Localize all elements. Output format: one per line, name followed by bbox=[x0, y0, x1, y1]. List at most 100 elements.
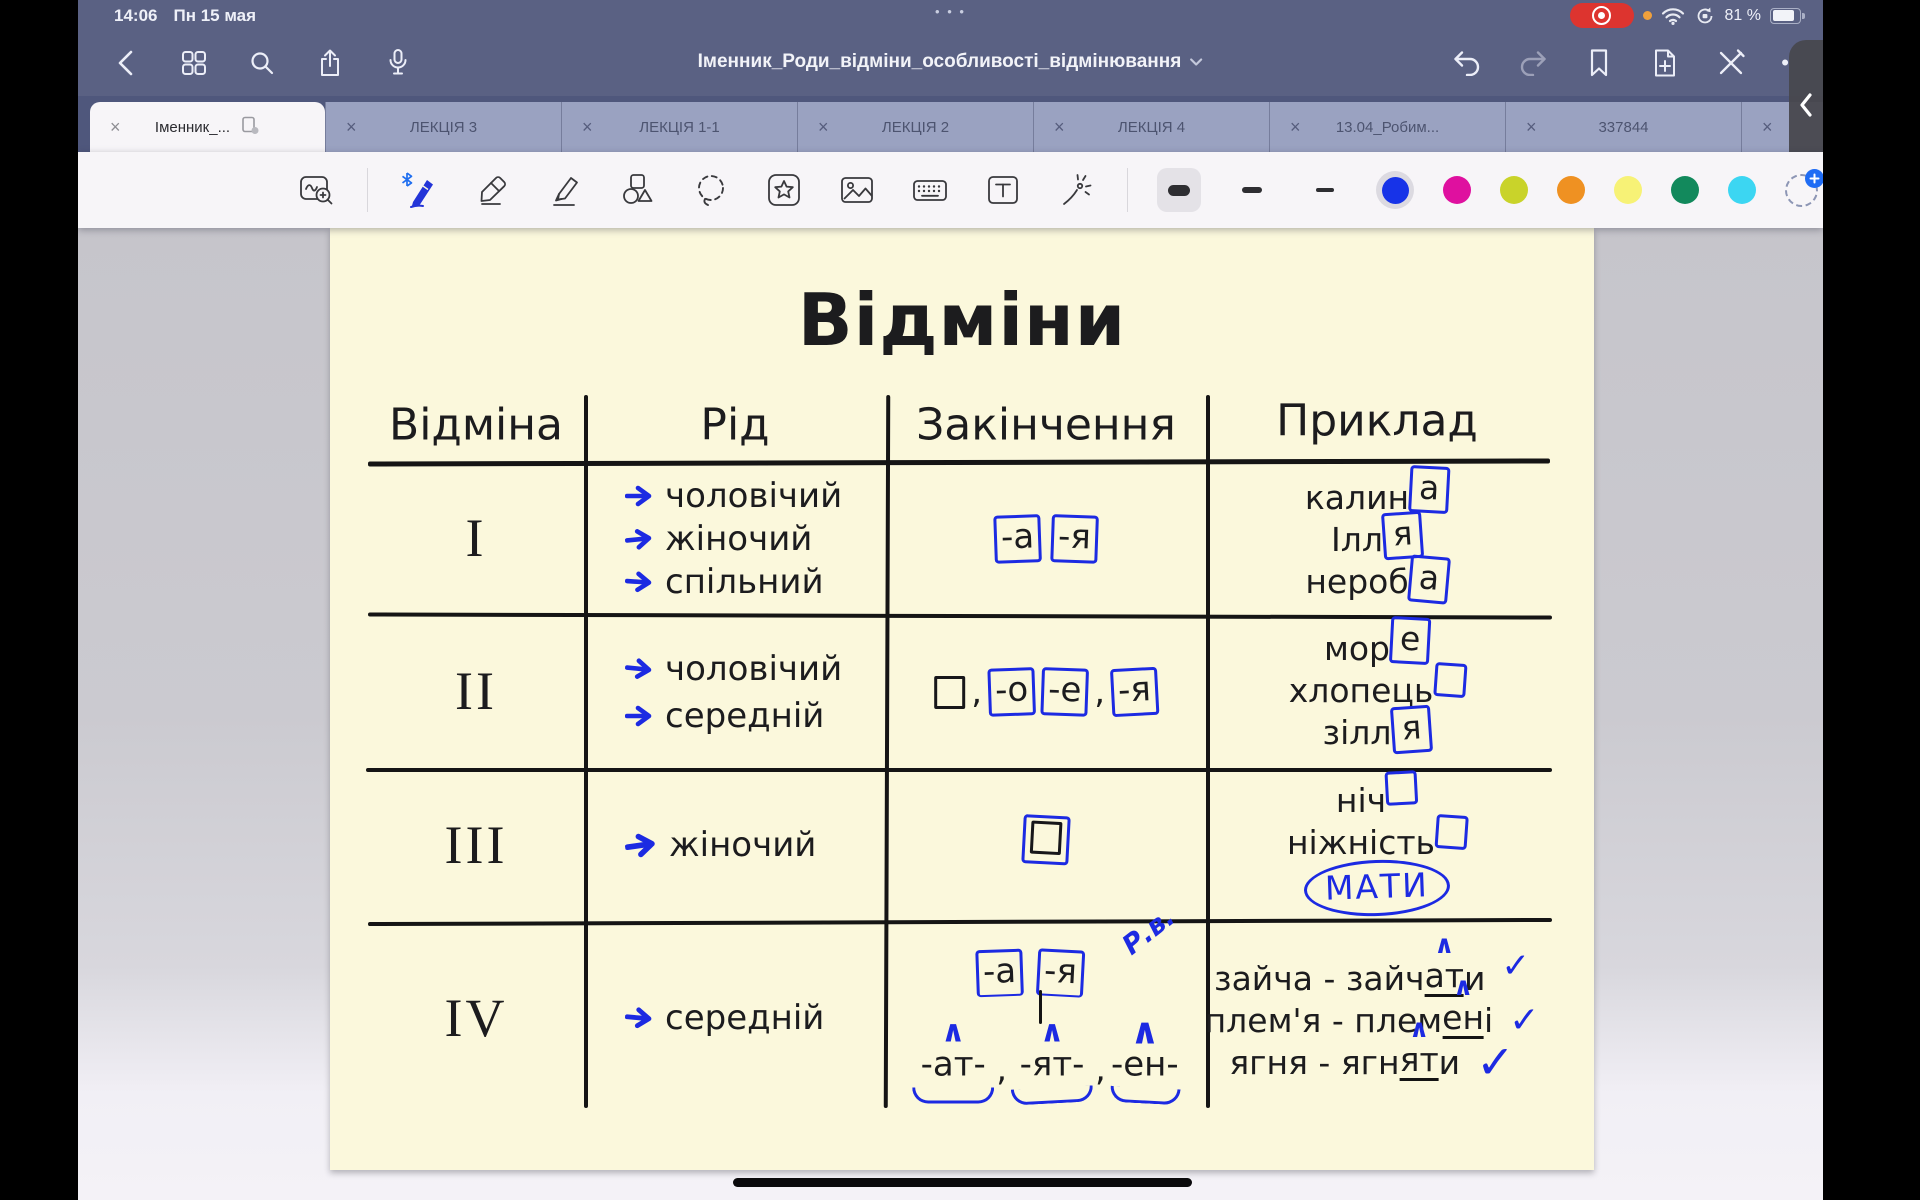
stroke-thickness-thin[interactable] bbox=[1303, 168, 1347, 212]
zoom-window-tool[interactable] bbox=[294, 168, 338, 212]
microphone-button[interactable] bbox=[382, 47, 414, 79]
arrow-icon bbox=[625, 705, 657, 727]
lasso-tool[interactable] bbox=[689, 168, 733, 212]
boxed-ending: -я bbox=[1050, 514, 1098, 564]
boxed-ending: -о bbox=[987, 667, 1036, 717]
add-color-button[interactable] bbox=[1785, 174, 1818, 207]
tab-lekcija-3[interactable]: × ЛЕКЦІЯ 3 bbox=[325, 102, 561, 152]
close-icon[interactable]: × bbox=[1526, 118, 1537, 136]
row4-suffixes: ∧ -ат- , ∧ -ят- , ∧ -ен- bbox=[912, 1023, 1180, 1104]
multitask-dots-icon: • • • bbox=[935, 4, 966, 19]
thumbnails-grid-button[interactable] bbox=[178, 47, 210, 79]
boxed-letter: а bbox=[1407, 554, 1451, 604]
caret-icon: ∧ bbox=[1130, 1023, 1159, 1043]
arc-underline bbox=[912, 1088, 994, 1104]
close-icon[interactable]: × bbox=[1762, 118, 1773, 136]
suffix-group: ∧ -ат- bbox=[912, 1023, 994, 1104]
suffix-group: ∧ -ят- bbox=[1011, 1023, 1093, 1104]
stroke-thickness-thick[interactable] bbox=[1157, 168, 1201, 212]
note-canvas[interactable]: Відміни Відміна Рід Закінчення Приклад I… bbox=[78, 228, 1823, 1200]
row2-numeral: II bbox=[455, 660, 497, 722]
boxed-letter: е bbox=[1389, 616, 1431, 665]
chevron-left-icon bbox=[1800, 93, 1812, 117]
notes-app-window: 14:06 Пн 15 мая • • • 81 % bbox=[78, 0, 1823, 1200]
tab-13-04-robym[interactable]: × 13.04_Робим... bbox=[1269, 102, 1505, 152]
stroke-thickness-medium[interactable] bbox=[1230, 168, 1274, 212]
row3-genders: жіночий bbox=[625, 823, 816, 866]
column-line-2 bbox=[884, 395, 890, 1108]
battery-icon bbox=[1770, 8, 1801, 24]
row1-genders: чоловічий жіночий спільний bbox=[625, 474, 842, 603]
status-bar: 14:06 Пн 15 мая • • • 81 % bbox=[78, 0, 1823, 33]
caret-icon: ∧ bbox=[1434, 932, 1454, 958]
row2-examples: море хлопець зілля bbox=[1289, 627, 1466, 753]
undo-button[interactable] bbox=[1451, 47, 1483, 79]
wifi-icon bbox=[1661, 6, 1685, 26]
tab-337844[interactable]: × 337844 bbox=[1505, 102, 1741, 152]
caret-icon: ∧ bbox=[1040, 1023, 1064, 1043]
screen-recording-button[interactable] bbox=[1570, 3, 1634, 28]
page-title: Відміни bbox=[798, 278, 1126, 362]
redo-button[interactable] bbox=[1517, 47, 1549, 79]
row3-zero-ending bbox=[1023, 815, 1070, 864]
arrow-icon bbox=[625, 571, 657, 593]
battery-percent: 81 % bbox=[1725, 7, 1761, 25]
close-icon[interactable]: × bbox=[110, 118, 121, 136]
color-swatch-orange[interactable] bbox=[1557, 176, 1585, 204]
row-separator-2 bbox=[366, 768, 1552, 772]
arrow-icon bbox=[625, 485, 657, 507]
boxed-letter: я bbox=[1390, 704, 1433, 754]
highlighter-tool[interactable] bbox=[543, 168, 587, 212]
color-swatch-magenta[interactable] bbox=[1443, 176, 1471, 204]
text-tool[interactable] bbox=[981, 168, 1025, 212]
bluetooth-pen-tool[interactable] bbox=[397, 168, 441, 212]
eraser-tool[interactable] bbox=[470, 168, 514, 212]
image-tool[interactable] bbox=[835, 168, 879, 212]
search-button[interactable] bbox=[246, 47, 278, 79]
share-button[interactable] bbox=[314, 47, 346, 79]
tab-lekcija-4[interactable]: × ЛЕКЦІЯ 4 bbox=[1033, 102, 1269, 152]
add-page-button[interactable] bbox=[1649, 47, 1681, 79]
row1-endings: -а -я bbox=[994, 515, 1098, 563]
boxed-zero-ending bbox=[1435, 814, 1469, 850]
boxed-zero-ending bbox=[1021, 814, 1071, 866]
caret-icon: ∧ bbox=[1453, 974, 1473, 1000]
marked-suffix: ∧ен bbox=[1442, 1001, 1484, 1039]
row4-genders: середній bbox=[625, 996, 824, 1039]
color-swatch-blue-selected[interactable] bbox=[1376, 171, 1414, 209]
tab-lekcija-1-1[interactable]: × ЛЕКЦІЯ 1-1 bbox=[561, 102, 797, 152]
back-button[interactable] bbox=[110, 47, 142, 79]
keyboard-tool[interactable] bbox=[908, 168, 952, 212]
tab-bar: × Іменник_... × ЛЕКЦІЯ 3 × ЛЕКЦІЯ 1-1 × … bbox=[78, 96, 1823, 152]
caret-icon: ∧ bbox=[941, 1023, 965, 1043]
note-page[interactable]: Відміни Відміна Рід Закінчення Приклад I… bbox=[330, 228, 1594, 1170]
color-swatch-lime[interactable] bbox=[1500, 176, 1528, 204]
row4-endings: -а -я bbox=[976, 949, 1084, 996]
close-icon[interactable]: × bbox=[346, 118, 357, 136]
row-separator-1 bbox=[368, 612, 1552, 619]
elements-tool[interactable] bbox=[762, 168, 806, 212]
home-indicator[interactable] bbox=[733, 1178, 1192, 1187]
document-title[interactable]: Іменник_Роди_відміни_особливості_відміню… bbox=[698, 51, 1204, 73]
tab-lekcija-2[interactable]: × ЛЕКЦІЯ 2 bbox=[797, 102, 1033, 152]
bookmark-button[interactable] bbox=[1583, 47, 1615, 79]
boxed-zero-ending bbox=[1385, 770, 1419, 806]
row3-numeral: III bbox=[445, 814, 508, 876]
color-swatch-cyan[interactable] bbox=[1728, 176, 1756, 204]
color-swatch-green[interactable] bbox=[1671, 176, 1699, 204]
check-icon: ✓ bbox=[1476, 1035, 1515, 1089]
tab-imennyk[interactable]: × Іменник_... bbox=[90, 102, 325, 152]
sidebar-pull-handle[interactable] bbox=[1789, 40, 1823, 170]
close-icon[interactable]: × bbox=[1054, 118, 1065, 136]
close-icon[interactable]: × bbox=[582, 118, 593, 136]
close-icon[interactable]: × bbox=[1290, 118, 1301, 136]
color-swatch-yellow[interactable] bbox=[1614, 176, 1642, 204]
row4-examples: зайча - зайч∧ати ✓ плем'я - плем∧ені ✓ я… bbox=[1205, 957, 1540, 1083]
row2-genders: чоловічий середній bbox=[625, 647, 842, 737]
shapes-tool[interactable] bbox=[616, 168, 660, 212]
laser-pointer-tool[interactable] bbox=[1054, 168, 1098, 212]
more-menu-button[interactable]: • bbox=[1781, 58, 1789, 68]
close-icon[interactable]: × bbox=[818, 118, 829, 136]
disable-drawing-button[interactable] bbox=[1715, 47, 1747, 79]
boxed-letter: я bbox=[1381, 510, 1424, 560]
